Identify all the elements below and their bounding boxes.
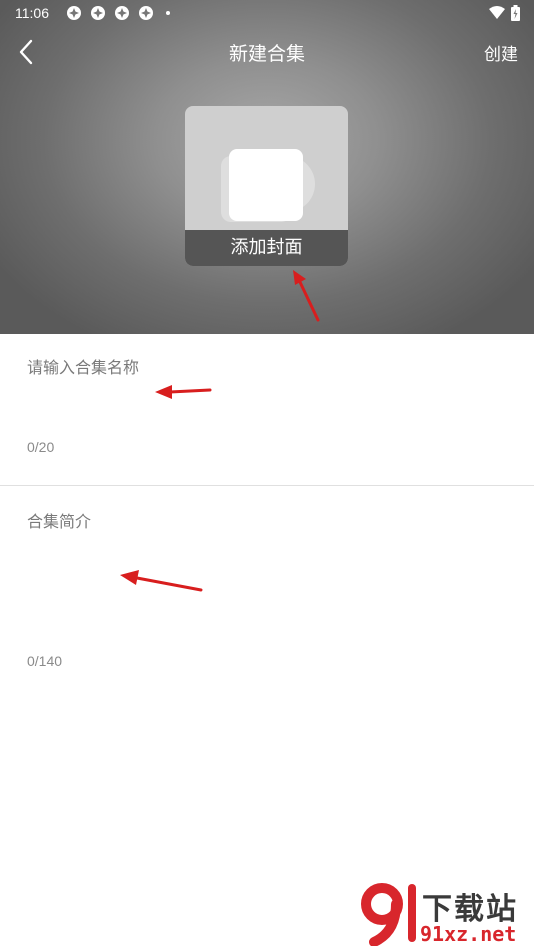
site-watermark: 下载站 91xz.net — [360, 882, 532, 948]
status-time: 11:06 — [15, 5, 49, 21]
cover-placeholder-icon — [221, 149, 315, 222]
annotation-arrow — [155, 385, 212, 399]
wifi-icon — [489, 6, 505, 19]
notification-icons — [66, 5, 170, 21]
annotation-arrow — [293, 270, 320, 322]
aperture-icon — [139, 6, 153, 20]
collection-description-field[interactable]: 合集简介 0/140 — [0, 486, 534, 706]
more-notifications-dot — [166, 11, 170, 15]
add-cover-label: 添加封面 — [185, 230, 348, 266]
collection-name-input[interactable]: 请输入合集名称 — [27, 354, 139, 378]
status-bar: 11:06 — [0, 0, 534, 28]
collection-description-input[interactable]: 合集简介 — [27, 508, 91, 532]
description-char-counter: 0/140 — [27, 653, 63, 669]
annotation-arrow — [120, 570, 203, 592]
aperture-icon — [91, 6, 105, 20]
aperture-icon — [67, 6, 81, 20]
add-cover-button[interactable]: 添加封面 — [185, 106, 348, 266]
nav-bar: 新建合集 创建 — [0, 30, 534, 74]
system-icons — [489, 5, 520, 21]
aperture-icon — [115, 6, 129, 20]
watermark-logo — [361, 883, 416, 946]
battery-icon — [511, 5, 520, 21]
collection-name-field[interactable]: 请输入合集名称 0/20 — [0, 334, 534, 485]
header-banner: 11:06 新建合集 创建 添加封面 — [0, 0, 534, 334]
create-button[interactable]: 创建 — [484, 40, 518, 65]
name-char-counter: 0/20 — [27, 439, 55, 455]
watermark-text-bottom: 91xz.net — [420, 922, 517, 946]
page-title: 新建合集 — [228, 43, 305, 65]
